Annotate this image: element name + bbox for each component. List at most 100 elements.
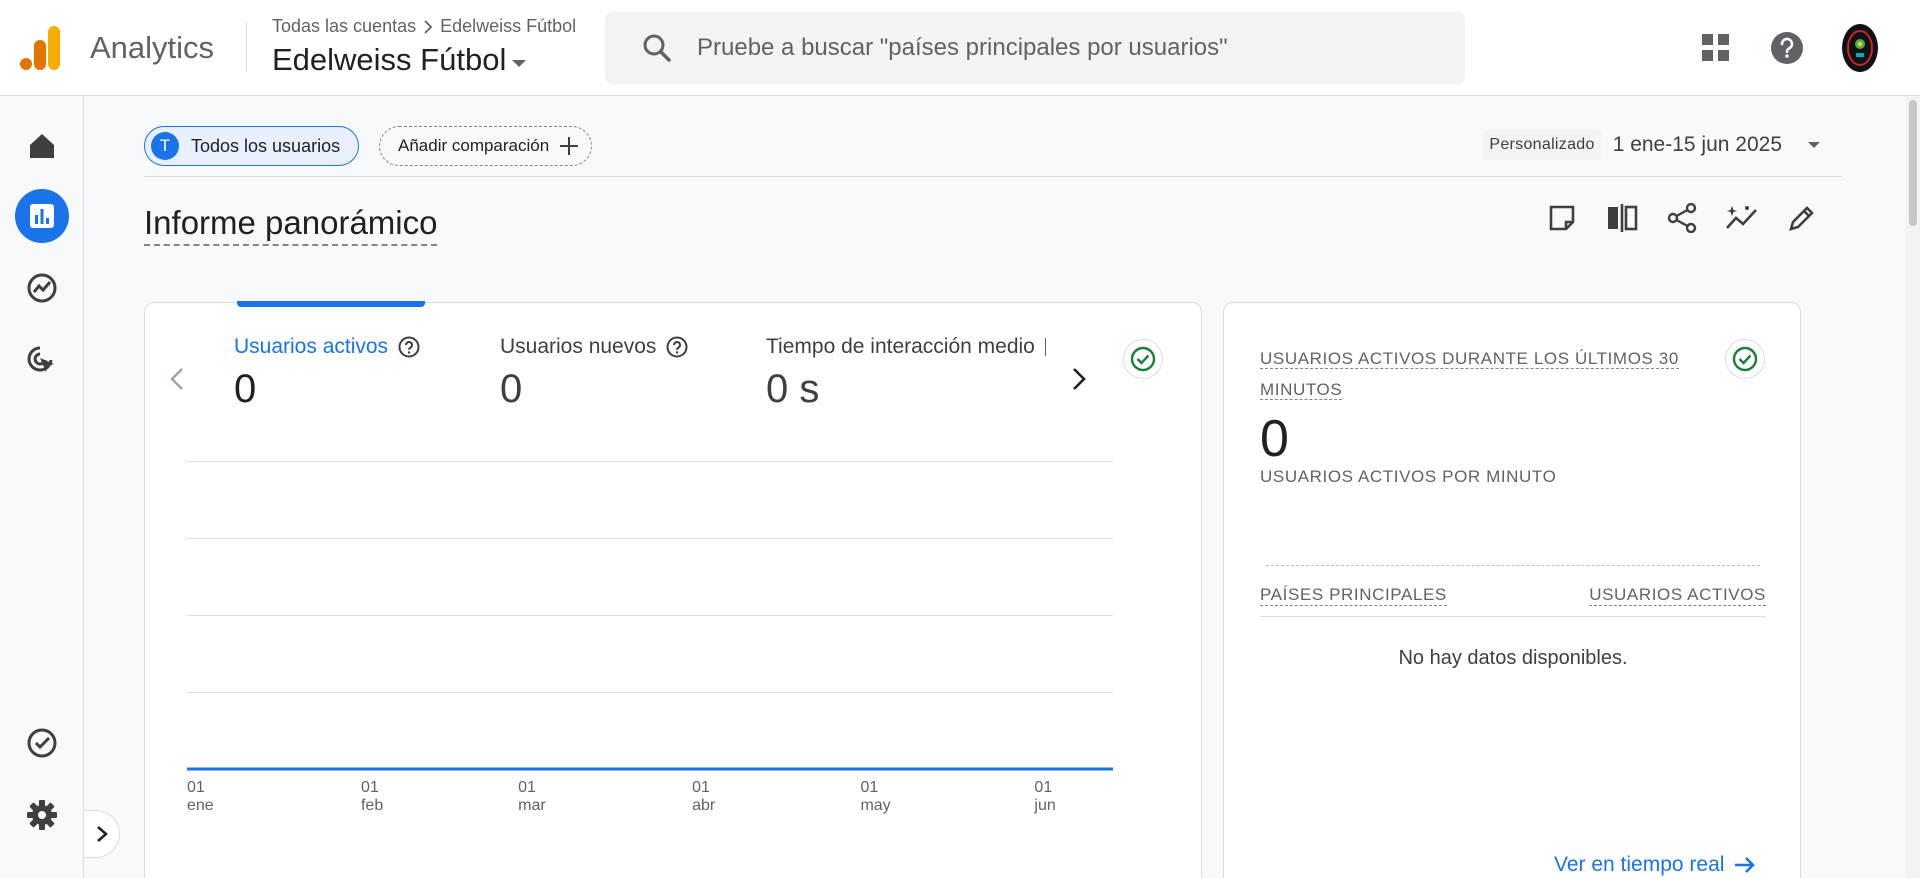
segment-initial: T bbox=[151, 132, 179, 160]
x-tick-label: 01 feb bbox=[361, 779, 383, 815]
property-name: Edelweiss Fútbol bbox=[272, 42, 507, 77]
edit-pencil-icon[interactable] bbox=[1784, 200, 1820, 236]
date-range-text: 1 ene-15 jun 2025 bbox=[1612, 133, 1782, 156]
overview-metrics-card: Usuarios activos 0 Usuarios nuevos 0 Tie… bbox=[144, 301, 1202, 878]
label-cutoff-marker bbox=[1044, 338, 1046, 356]
search-input[interactable] bbox=[697, 34, 1417, 62]
per-minute-sparkline bbox=[1266, 565, 1760, 566]
metrics-next-button[interactable] bbox=[1063, 363, 1095, 395]
data-quality-badge[interactable] bbox=[1123, 339, 1163, 379]
page-title[interactable]: Informe panorámico bbox=[144, 204, 438, 246]
app-name: Analytics bbox=[90, 30, 215, 65]
active-users-chart: 01 ene 01 feb 01 mar 01 abr 01 may 01 jun bbox=[187, 461, 1113, 841]
empty-state: No hay datos disponibles. bbox=[1398, 647, 1628, 669]
metric-label: Usuarios activos bbox=[234, 335, 389, 358]
check-circle-icon bbox=[1130, 346, 1156, 372]
segment-label: Todos los usuarios bbox=[191, 135, 341, 156]
metric-value: 0 bbox=[500, 367, 523, 411]
breadcrumb-account: Edelweiss Fútbol bbox=[440, 16, 577, 36]
explore-icon[interactable] bbox=[15, 261, 69, 315]
note-icon[interactable] bbox=[1544, 200, 1580, 236]
x-tick-label: 01 mar bbox=[518, 779, 546, 815]
x-tick-month: may bbox=[860, 797, 891, 814]
x-tick-day: 01 bbox=[360, 779, 379, 796]
add-comparison-label: Añadir comparación bbox=[398, 136, 550, 155]
page-scrollbar[interactable] bbox=[1906, 96, 1920, 878]
help-outline-icon[interactable] bbox=[666, 336, 688, 358]
x-tick-day: 01 bbox=[518, 779, 536, 796]
analytics-logo[interactable] bbox=[20, 26, 62, 70]
chevron-left-icon bbox=[170, 368, 183, 390]
admin-check-icon[interactable] bbox=[15, 716, 69, 770]
view-realtime-link[interactable]: Ver en tiempo real bbox=[1554, 853, 1756, 877]
metric-label: Tiempo de interacción medio bbox=[766, 335, 1035, 358]
header-separator bbox=[246, 22, 247, 72]
x-tick-day: 01 bbox=[692, 779, 710, 796]
x-tick-label: 01 abr bbox=[692, 779, 715, 815]
date-preset-tag: Personalizado bbox=[1483, 130, 1601, 160]
x-tick-month: feb bbox=[360, 797, 384, 814]
metrics-prev-button[interactable] bbox=[161, 363, 193, 395]
metric-label: Usuarios nuevos bbox=[500, 335, 657, 358]
plus-icon bbox=[560, 137, 579, 155]
x-tick-month: mar bbox=[518, 797, 546, 814]
realtime-title-text: Usuarios activos durante los últimos 30 … bbox=[1260, 349, 1679, 400]
report-toolbar bbox=[1544, 200, 1820, 236]
x-tick-day: 01 bbox=[187, 779, 205, 796]
search-icon bbox=[643, 34, 671, 62]
property-selector[interactable]: Edelweiss Fútbol bbox=[272, 42, 527, 78]
realtime-title[interactable]: Usuarios activos durante los últimos 30 … bbox=[1260, 343, 1710, 405]
share-icon[interactable] bbox=[1664, 200, 1700, 236]
search-bar[interactable] bbox=[605, 12, 1465, 84]
col-countries[interactable]: Países principales bbox=[1260, 585, 1447, 606]
x-tick-month: jun bbox=[1034, 797, 1056, 814]
help-outline-icon[interactable] bbox=[398, 336, 420, 358]
x-tick-day: 01 bbox=[860, 779, 879, 796]
chevron-right-icon bbox=[1073, 368, 1086, 390]
top-app-bar: Analytics Todas las cuentas Edelweiss Fú… bbox=[0, 0, 1920, 96]
realtime-table-header: Países principales Usuarios activos bbox=[1260, 585, 1766, 617]
date-range-picker[interactable]: Personalizado 1 ene-15 jun 2025 bbox=[1483, 130, 1820, 160]
expand-nav-button[interactable] bbox=[84, 810, 120, 858]
left-nav-rail bbox=[0, 96, 84, 878]
view-realtime-label: Ver en tiempo real bbox=[1554, 853, 1725, 876]
x-tick-label: 01 ene bbox=[187, 779, 214, 815]
arrow-right-icon bbox=[1735, 857, 1756, 873]
x-tick-label: 01 may bbox=[860, 779, 890, 815]
metric-tab-engagement-time[interactable]: Tiempo de interacción medio 0 s bbox=[766, 335, 1064, 412]
settings-gear-icon[interactable] bbox=[15, 788, 69, 842]
x-tick-month: abr bbox=[692, 797, 716, 814]
x-tick-day: 01 bbox=[1034, 779, 1053, 796]
realtime-card: Usuarios activos durante los últimos 30 … bbox=[1223, 302, 1801, 878]
reports-icon[interactable] bbox=[15, 189, 69, 243]
realtime-value: 0 bbox=[1260, 410, 1289, 468]
metric-value: 0 bbox=[234, 367, 257, 411]
chevron-right-icon bbox=[96, 826, 108, 842]
add-comparison-button[interactable]: Añadir comparación bbox=[379, 126, 593, 166]
metric-value: 0 s bbox=[766, 367, 820, 411]
help-icon[interactable] bbox=[1769, 30, 1805, 66]
compare-columns-icon[interactable] bbox=[1604, 200, 1640, 236]
x-tick-label: 01 jun bbox=[1034, 779, 1055, 815]
scrollbar-thumb[interactable] bbox=[1909, 100, 1917, 226]
apps-grid-icon[interactable] bbox=[1698, 30, 1734, 66]
account-avatar[interactable] bbox=[1842, 24, 1878, 72]
chevron-right-icon bbox=[424, 19, 433, 34]
x-tick-month: ene bbox=[187, 797, 214, 814]
metric-tab-new-users[interactable]: Usuarios nuevos 0 bbox=[500, 335, 688, 412]
active-tab-indicator bbox=[237, 301, 425, 307]
caret-down-icon bbox=[512, 59, 527, 67]
insights-icon[interactable] bbox=[1724, 200, 1760, 236]
segment-chip-all-users[interactable]: T Todos los usuarios bbox=[144, 126, 360, 166]
realtime-subtitle: Usuarios activos por minuto bbox=[1260, 467, 1557, 486]
advertising-icon[interactable] bbox=[15, 333, 69, 387]
realtime-quality-badge[interactable] bbox=[1725, 339, 1765, 379]
breadcrumb[interactable]: Todas las cuentas Edelweiss Fútbol bbox=[272, 16, 576, 37]
caret-down-icon bbox=[1808, 142, 1820, 148]
col-active-users[interactable]: Usuarios activos bbox=[1589, 585, 1766, 606]
home-icon[interactable] bbox=[15, 119, 69, 173]
metric-tab-active-users[interactable]: Usuarios activos 0 bbox=[234, 335, 420, 412]
breadcrumb-root: Todas las cuentas bbox=[272, 16, 417, 36]
chart-plot bbox=[187, 767, 1113, 771]
check-circle-icon bbox=[1732, 346, 1758, 372]
